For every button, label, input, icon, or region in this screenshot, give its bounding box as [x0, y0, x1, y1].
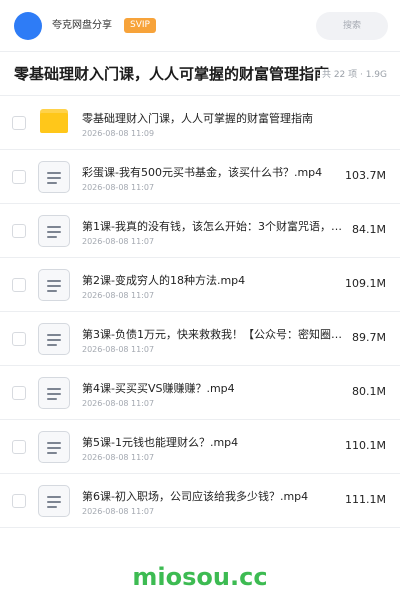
item-date: 2026-08-08 11:07: [82, 399, 155, 408]
row-checkbox[interactable]: [12, 224, 26, 238]
row-checkbox[interactable]: [12, 278, 26, 292]
page-title: 零基础理财入门课，人人可掌握的财富管理指南: [14, 65, 330, 83]
item-name: 零基础理财入门课，人人可掌握的财富管理指南: [82, 112, 313, 125]
list-item[interactable]: 彩蛋课-我有500元买书基金，该买什么书？.mp4 2026-08-08 11:…: [0, 150, 400, 204]
item-date: 2026-08-08 11:07: [82, 183, 155, 192]
search-input[interactable]: 搜索: [316, 12, 388, 40]
document-icon: [38, 485, 70, 517]
list-item[interactable]: 零基础理财入门课，人人可掌握的财富管理指南 2026-08-08 11:09: [0, 96, 400, 150]
item-name: 第5课-1元钱也能理财么？.mp4: [82, 436, 239, 449]
folder-icon: [40, 109, 68, 133]
list-item[interactable]: 第2课-变成穷人的18种方法.mp4 2026-08-08 11:07 109.…: [0, 258, 400, 312]
document-icon: [38, 431, 70, 463]
list-item[interactable]: 第4课-买买买VS赚赚赚？.mp4 2026-08-08 11:07 80.1M: [0, 366, 400, 420]
item-size: 109.1M: [345, 277, 386, 290]
item-name: 第4课-买买买VS赚赚赚？.mp4: [82, 382, 235, 395]
watermark: miosou.cc: [132, 563, 268, 591]
avatar[interactable]: [14, 12, 42, 40]
list-item[interactable]: 第5课-1元钱也能理财么？.mp4 2026-08-08 11:07 110.1…: [0, 420, 400, 474]
item-name: 第6课-初入职场，公司应该给我多少钱？.mp4: [82, 490, 309, 503]
document-icon: [38, 161, 70, 193]
folder-title-bar: 零基础理财入门课，人人可掌握的财富管理指南 共 22 项 · 1.9G: [0, 52, 400, 96]
item-date: 2026-08-08 11:07: [82, 237, 155, 246]
svip-badge: SVIP: [124, 18, 156, 33]
item-date: 2026-08-08 11:07: [82, 291, 155, 300]
document-icon: [38, 323, 70, 355]
row-checkbox[interactable]: [12, 332, 26, 346]
row-checkbox[interactable]: [12, 494, 26, 508]
app-header: 夸克网盘分享 SVIP 搜索: [0, 0, 400, 52]
item-date: 2026-08-08 11:09: [82, 129, 155, 138]
item-size: 110.1M: [345, 439, 386, 452]
item-name: 第1课-我真的没有钱，该怎么开始：3个财富咒语，没有钱也能理财.mp4: [82, 220, 352, 233]
document-icon: [38, 269, 70, 301]
item-name: 彩蛋课-我有500元买书基金，该买什么书？.mp4: [82, 166, 323, 179]
item-date: 2026-08-08 11:07: [82, 507, 155, 516]
document-icon: [38, 377, 70, 409]
folder-meta: 共 22 项 · 1.9G: [319, 69, 387, 81]
row-checkbox[interactable]: [12, 440, 26, 454]
item-size: 111.1M: [345, 493, 386, 506]
row-checkbox[interactable]: [12, 116, 26, 130]
item-size: 89.7M: [352, 331, 386, 344]
row-checkbox[interactable]: [12, 170, 26, 184]
item-size: 80.1M: [352, 385, 386, 398]
item-name: 第3课-负债1万元，快来救救我！【公众号：密知圈】.mp4: [82, 328, 352, 341]
row-checkbox[interactable]: [12, 386, 26, 400]
item-size: 103.7M: [345, 169, 386, 182]
item-date: 2026-08-08 11:07: [82, 345, 155, 354]
item-size: 84.1M: [352, 223, 386, 236]
file-list: 零基础理财入门课，人人可掌握的财富管理指南 2026-08-08 11:09 彩…: [0, 96, 400, 528]
item-name: 第2课-变成穷人的18种方法.mp4: [82, 274, 246, 287]
list-item[interactable]: 第1课-我真的没有钱，该怎么开始：3个财富咒语，没有钱也能理财.mp4 2026…: [0, 204, 400, 258]
list-item[interactable]: 第3课-负债1万元，快来救救我！【公众号：密知圈】.mp4 2026-08-08…: [0, 312, 400, 366]
app-title: 夸克网盘分享: [52, 20, 112, 31]
item-date: 2026-08-08 11:07: [82, 453, 155, 462]
document-icon: [38, 215, 70, 247]
list-item[interactable]: 第6课-初入职场，公司应该给我多少钱？.mp4 2026-08-08 11:07…: [0, 474, 400, 528]
